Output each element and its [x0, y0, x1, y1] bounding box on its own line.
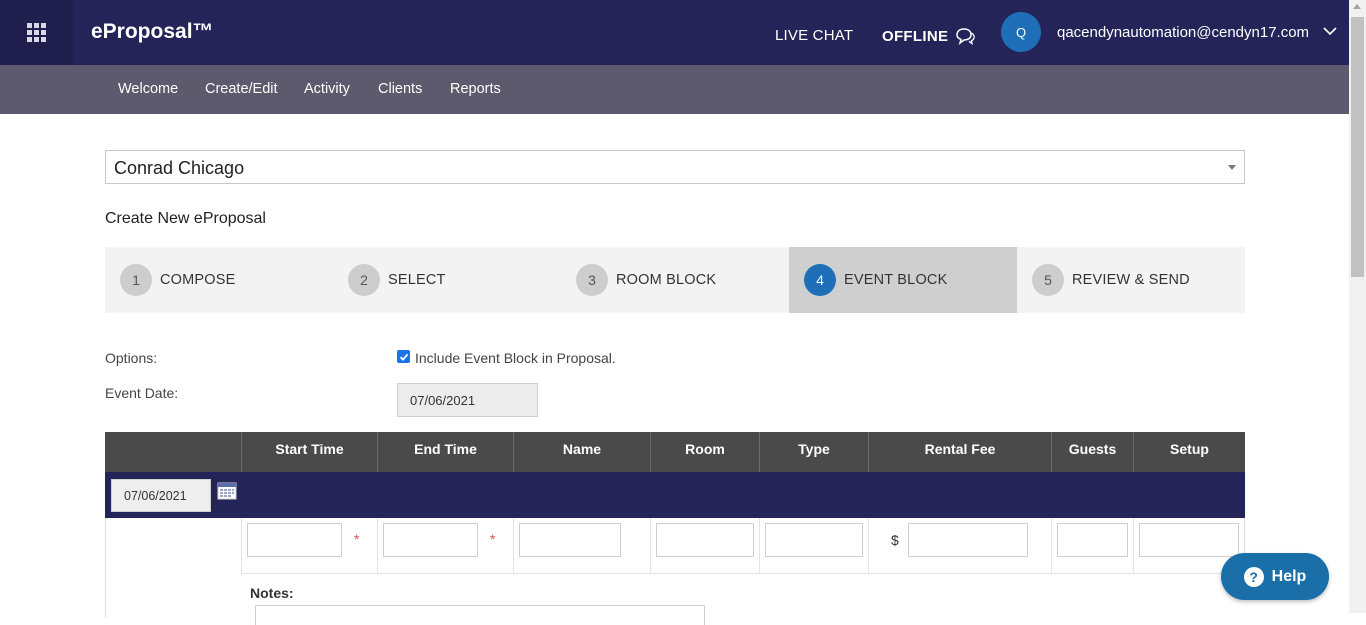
column-header-start-time: Start Time [241, 432, 377, 472]
notes-textarea[interactable] [255, 605, 705, 625]
step-compose[interactable]: 1 COMPOSE [105, 247, 333, 313]
column-header-guests: Guests [1051, 432, 1133, 472]
required-marker: * [490, 531, 496, 547]
step-number: 3 [576, 264, 608, 296]
cell-divider [868, 518, 869, 573]
notes-label: Notes: [250, 585, 294, 601]
step-review-send[interactable]: 5 REVIEW & SEND [1017, 247, 1245, 313]
nav-item-clients[interactable]: Clients [378, 81, 422, 97]
help-label: Help [1271, 567, 1307, 585]
required-marker: * [354, 531, 360, 547]
column-header-setup: Setup [1133, 432, 1245, 472]
help-button[interactable]: ? Help [1221, 553, 1329, 600]
row-date-input[interactable]: 07/06/2021 [111, 479, 211, 512]
room-input[interactable] [656, 523, 754, 557]
hotel-select[interactable]: Conrad Chicago [105, 150, 1245, 184]
step-label: ROOM BLOCK [616, 272, 717, 288]
question-icon: ? [1243, 566, 1264, 587]
end-time-input[interactable] [383, 523, 478, 557]
nav-item-welcome[interactable]: Welcome [118, 81, 178, 97]
type-input[interactable] [765, 523, 863, 557]
date-group-row: 07/06/2021 [105, 472, 1245, 518]
column-header-end-time: End Time [377, 432, 513, 472]
chat-bubble-icon [956, 28, 976, 45]
user-avatar[interactable]: Q [1001, 12, 1041, 52]
cell-divider [1133, 518, 1134, 573]
step-number: 5 [1032, 264, 1064, 296]
event-date-label: Event Date: [105, 385, 179, 401]
setup-input[interactable] [1139, 523, 1239, 557]
cell-divider [377, 518, 378, 573]
step-number: 1 [120, 264, 152, 296]
offline-status-button[interactable]: OFFLINE [882, 27, 976, 45]
grid-icon [27, 23, 46, 42]
start-time-input[interactable] [247, 523, 342, 557]
step-event-block[interactable]: 4 EVENT BLOCK [789, 247, 1017, 313]
cell-divider [759, 518, 760, 573]
event-name-input[interactable] [519, 523, 621, 557]
column-header-room: Room [650, 432, 759, 472]
column-header-rental-fee: Rental Fee [868, 432, 1051, 472]
hotel-select-value: Conrad Chicago [114, 158, 245, 178]
rental-fee-input[interactable] [908, 523, 1028, 557]
scroll-up-arrow-icon[interactable] [1353, 4, 1361, 9]
calendar-icon[interactable] [217, 481, 237, 500]
include-event-block-label[interactable]: Include Event Block in Proposal. [415, 350, 616, 366]
nav-item-create-edit[interactable]: Create/Edit [205, 81, 278, 97]
step-label: EVENT BLOCK [844, 272, 948, 288]
row-left-border [105, 518, 106, 618]
options-label: Options: [105, 350, 158, 366]
step-select[interactable]: 2 SELECT [333, 247, 561, 313]
main-nav: Welcome Create/Edit Activity Clients Rep… [0, 65, 1349, 114]
scrollbar-thumb[interactable] [1351, 17, 1364, 277]
column-header-type: Type [759, 432, 868, 472]
dropdown-arrow-icon [1228, 165, 1236, 170]
nav-item-activity[interactable]: Activity [304, 81, 350, 97]
cell-divider [650, 518, 651, 573]
guests-input[interactable] [1057, 523, 1128, 557]
live-chat-link[interactable]: LIVE CHAT [775, 27, 853, 44]
user-email-menu[interactable]: qacendynautomation@cendyn17.com [1057, 24, 1309, 41]
page-title: Create New eProposal [105, 210, 266, 227]
cell-divider [241, 518, 242, 573]
nav-item-reports[interactable]: Reports [450, 81, 501, 97]
app-launcher-button[interactable] [0, 0, 73, 65]
step-label: REVIEW & SEND [1072, 272, 1190, 288]
column-header-name: Name [513, 432, 650, 472]
event-date-field: 07/06/2021 [397, 383, 538, 417]
chevron-down-icon[interactable] [1323, 26, 1337, 36]
top-bar: eProposal™ LIVE CHAT OFFLINE Q qacendyna… [0, 0, 1349, 65]
step-label: COMPOSE [160, 272, 236, 288]
include-event-block-checkbox[interactable] [397, 350, 410, 363]
offline-label: OFFLINE [882, 27, 949, 45]
step-number: 2 [348, 264, 380, 296]
cell-divider [1051, 518, 1052, 573]
table-header: Start Time End Time Name Room Type Renta… [105, 432, 1245, 472]
checkmark-icon [399, 353, 408, 361]
wizard-steps: 1 COMPOSE 2 SELECT 3 ROOM BLOCK 4 EVENT … [105, 247, 1245, 313]
cell-divider [513, 518, 514, 573]
step-number: 4 [804, 264, 836, 296]
brand-title: eProposal™ [91, 20, 214, 43]
step-room-block[interactable]: 3 ROOM BLOCK [561, 247, 789, 313]
step-label: SELECT [388, 272, 446, 288]
currency-symbol: $ [891, 532, 899, 548]
